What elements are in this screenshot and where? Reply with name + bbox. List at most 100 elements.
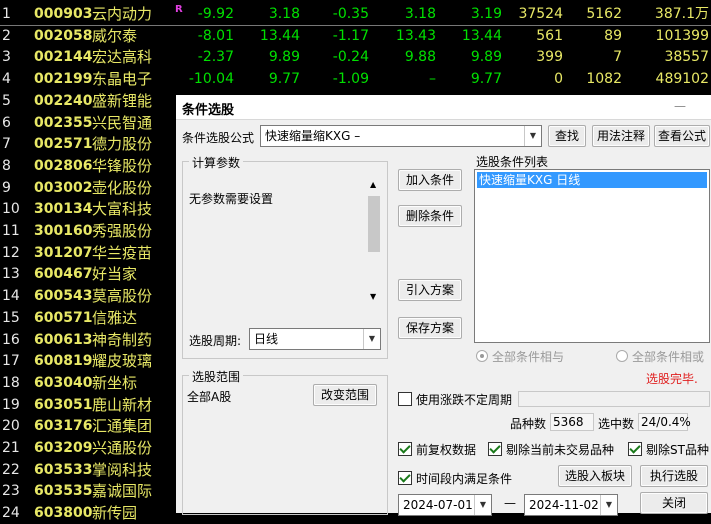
- view-formula-button[interactable]: 查看公式: [654, 125, 710, 147]
- range-group: 选股范围 全部A股 改变范围: [182, 368, 388, 515]
- fq-checkbox[interactable]: [398, 442, 412, 456]
- stock-name: 云内动力: [92, 5, 153, 23]
- stock-name: 大富科技: [92, 200, 153, 219]
- stock-code: 002199: [34, 71, 93, 88]
- params-group: 计算参数 无参数需要设置 ▲ ▼ 选股周期: 日线 ▼: [182, 154, 388, 359]
- stock-code: 603800: [34, 505, 93, 522]
- stock-code: 002571: [34, 136, 93, 153]
- stock-name: 宏达高科: [92, 48, 153, 67]
- fq-label: 前复权数据: [416, 443, 477, 457]
- exclude-st-checkbox[interactable]: [628, 442, 642, 456]
- stock-name: 耀皮玻璃: [92, 352, 153, 371]
- stock-value-c8: 38557: [664, 49, 709, 66]
- condition-list[interactable]: 快速缩量KXG 日线: [474, 169, 710, 343]
- stock-name: 莫高股份: [92, 287, 153, 306]
- stock-code: 600467: [34, 266, 93, 283]
- row-index: 18: [2, 374, 20, 391]
- chevron-down-icon[interactable]: ▼: [524, 126, 541, 146]
- row-index: 12: [2, 244, 20, 261]
- execute-selection-button[interactable]: 执行选股: [640, 465, 708, 487]
- stock-code: 600571: [34, 309, 93, 326]
- stock-value-c8: 387.1万: [654, 6, 709, 22]
- formula-value: 快速缩量缩KXG –: [265, 129, 361, 143]
- row-index: 5: [2, 92, 11, 109]
- use-period-checkbox[interactable]: [398, 392, 412, 406]
- usage-notes-button[interactable]: 用法注释: [592, 125, 650, 147]
- stock-code: 603533: [34, 461, 93, 478]
- stock-value-c8: 489102: [655, 71, 709, 88]
- minimize-icon[interactable]: —: [674, 99, 686, 113]
- stock-value-c5: 9.89: [470, 49, 502, 66]
- stock-value-c4: 9.88: [404, 49, 436, 66]
- stock-row[interactable]: 2 002058 威尔泰 -8.01 13.44 -1.17 13.43 13.44 561 89…: [0, 25, 711, 47]
- row-index: 13: [2, 266, 20, 283]
- stock-code: 002058: [34, 27, 93, 44]
- import-plan-button[interactable]: 引入方案: [398, 279, 462, 301]
- count-label: 品种数: [510, 417, 547, 431]
- exclude-untraded-label: 剔除当前未交易品种: [506, 443, 615, 457]
- chevron-down-icon[interactable]: ▼: [474, 495, 491, 515]
- change-range-button[interactable]: 改变范围: [313, 384, 377, 406]
- period-select[interactable]: 日线 ▼: [249, 328, 381, 350]
- stock-value-c7: 7: [613, 49, 622, 66]
- save-plan-button[interactable]: 保存方案: [398, 317, 462, 339]
- row-index: 17: [2, 353, 20, 370]
- status-text: 选股完毕.: [646, 372, 698, 386]
- stock-name: 威尔泰: [92, 26, 138, 45]
- add-to-block-button[interactable]: 选股入板块: [558, 465, 632, 487]
- stock-value-c1: -10.04: [188, 71, 234, 88]
- stock-value-c1: -8.01: [197, 27, 234, 44]
- add-condition-button[interactable]: 加入条件: [398, 169, 462, 191]
- stock-row[interactable]: 3 002144 宏达高科 -2.37 9.89 -0.24 9.88 9.89 399 7 385…: [0, 46, 711, 68]
- range-group-label: 选股范围: [189, 368, 244, 385]
- chevron-down-icon[interactable]: ▼: [600, 495, 617, 515]
- stock-value-c7: 5162: [586, 6, 622, 22]
- row-index: 23: [2, 483, 20, 500]
- condition-list-item[interactable]: 快速缩量KXG 日线: [477, 172, 707, 188]
- stock-name: 神奇制药: [92, 330, 153, 349]
- radio-and[interactable]: [476, 350, 488, 362]
- scroll-down-icon[interactable]: ▼: [370, 292, 376, 301]
- hit-label: 选中数: [598, 417, 635, 431]
- stock-row[interactable]: 1 000903 云内动力 R -9.92 3.18 -0.35 3.18 3.19 37524 5…: [0, 3, 711, 26]
- hit-value: 24/0.4%: [638, 413, 691, 431]
- date-separator: —: [504, 496, 516, 510]
- time-range-checkbox[interactable]: [398, 471, 412, 485]
- stock-value-c5: 13.44: [461, 27, 502, 44]
- stock-code: 603051: [34, 396, 93, 413]
- stock-value-c4: –: [429, 71, 436, 88]
- condition-stock-selection-dialog: 条件选股 — 条件选股公式 快速缩量缩KXG – ▼ 查找 用法注释 查看公式 …: [176, 95, 711, 516]
- stock-name: 兴通股份: [92, 439, 153, 457]
- stock-code: 600543: [34, 288, 93, 305]
- stock-name: 盛新锂能: [92, 91, 153, 110]
- scroll-thumb[interactable]: [368, 196, 380, 252]
- date-from-value: 2024-07-01: [403, 498, 473, 512]
- period-label: 选股周期:: [189, 334, 242, 348]
- dialog-title-bar[interactable]: 条件选股 —: [176, 95, 711, 120]
- count-value: 5368: [550, 413, 594, 431]
- chevron-down-icon[interactable]: ▼: [363, 329, 380, 349]
- find-button[interactable]: 查找: [548, 125, 586, 147]
- condition-list-label: 选股条件列表: [476, 155, 549, 169]
- stock-code: 603176: [34, 418, 93, 435]
- radio-or[interactable]: [616, 350, 628, 362]
- stock-name: 好当家: [92, 265, 138, 284]
- stock-value-c2: 13.44: [259, 27, 300, 44]
- stock-value-c1: -9.92: [197, 6, 234, 22]
- range-value: 全部A股: [187, 390, 232, 404]
- formula-select[interactable]: 快速缩量缩KXG – ▼: [260, 125, 542, 147]
- stock-value-c7: 1082: [586, 71, 622, 88]
- params-scrollbar[interactable]: ▲ ▼: [367, 180, 381, 308]
- delete-condition-button[interactable]: 删除条件: [398, 205, 462, 227]
- stock-value-c5: 3.19: [470, 6, 502, 22]
- scroll-up-icon[interactable]: ▲: [370, 180, 376, 189]
- exclude-untraded-checkbox[interactable]: [488, 442, 502, 456]
- stock-row[interactable]: 4 002199 东晶电子 -10.04 9.77 -1.09 – 9.77 0 1082 4891…: [0, 68, 711, 90]
- stock-name: 华锋股份: [92, 156, 153, 175]
- stock-name: 德力股份: [92, 135, 153, 154]
- period-slider[interactable]: [518, 391, 710, 407]
- close-button[interactable]: 关闭: [640, 492, 708, 514]
- time-range-label: 时间段内满足条件: [416, 472, 513, 486]
- radio-and-label: 全部条件相与: [492, 350, 565, 364]
- row-index: 9: [2, 179, 11, 196]
